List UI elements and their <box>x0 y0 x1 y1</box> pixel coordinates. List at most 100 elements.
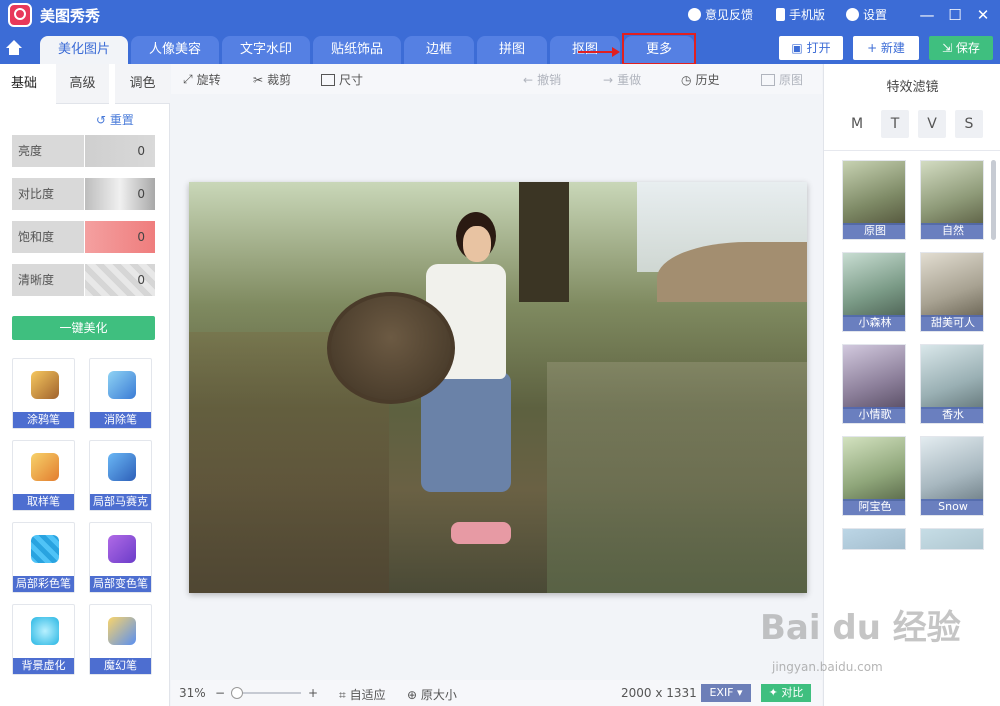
edited-photo[interactable] <box>189 182 807 593</box>
magic-wand-icon <box>108 617 136 645</box>
filter-little-forest[interactable]: 小森林 <box>842 252 906 332</box>
tab-color[interactable]: 调色 <box>115 64 170 104</box>
compare-label: 对比 <box>781 686 804 699</box>
slider-label: 亮度 <box>12 135 84 167</box>
eraser-tool[interactable]: 消除笔 <box>89 358 152 429</box>
exif-button[interactable]: EXIF ▾ <box>701 684 751 702</box>
filter-love-song[interactable]: 小情歌 <box>842 344 906 424</box>
filter-label: 小情歌 <box>843 407 905 423</box>
feedback-button[interactable]: 意见反馈 <box>688 6 753 23</box>
tab-advanced[interactable]: 高级 <box>56 64 109 104</box>
filter-abao[interactable]: 阿宝色 <box>842 436 906 516</box>
zoom-percent: 31% <box>179 686 206 700</box>
left-adjust-panel: 基础 高级 调色 ↺ 重置 亮度 0 对比度 0 饱和度 0 清晰度 0 一键美… <box>0 64 170 706</box>
mobile-label: 手机版 <box>789 8 826 22</box>
undo-arrow-icon: ← <box>523 72 534 87</box>
brightness-slider[interactable]: 亮度 0 <box>12 135 155 167</box>
reset-button[interactable]: ↺ 重置 <box>96 111 134 128</box>
watermark-url: jingyan.baidu.com <box>772 660 883 674</box>
paintbrush-tool[interactable]: 涂鸦笔 <box>12 358 75 429</box>
open-button[interactable]: ▣ 打开 <box>779 36 843 60</box>
saturation-slider[interactable]: 饱和度 0 <box>12 221 155 253</box>
filter-original[interactable]: 原图 <box>842 160 906 240</box>
tab-portrait[interactable]: 人像美容 <box>131 36 219 64</box>
mobile-version-button[interactable]: 手机版 <box>776 6 825 23</box>
history-button[interactable]: ◷ 历史 <box>681 71 720 88</box>
undo-label: 撤销 <box>537 73 562 87</box>
crop-label: 裁剪 <box>267 73 292 87</box>
recolor-pen-tool[interactable]: 局部变色笔 <box>89 522 152 593</box>
filter-snow[interactable]: Snow <box>920 436 984 516</box>
reset-label: 重置 <box>109 113 134 127</box>
redo-arrow-icon: → <box>603 72 614 87</box>
color-pen-icon <box>31 535 59 563</box>
paintbrush-icon <box>31 371 59 399</box>
minimize-button[interactable]: — <box>916 4 938 26</box>
fit-icon: ⌗ <box>339 688 350 702</box>
compare-button[interactable]: ✦ 对比 <box>761 684 811 702</box>
feedback-label: 意见反馈 <box>705 8 754 22</box>
image-icon <box>761 73 775 86</box>
filter-thumb-partial[interactable] <box>920 528 984 550</box>
resize-button[interactable]: 尺寸 <box>321 71 363 88</box>
settings-button[interactable]: 设置 <box>846 6 887 23</box>
tool-label: 局部变色笔 <box>90 576 151 592</box>
tab-beautify[interactable]: 美化图片 <box>40 36 128 64</box>
zoom-out-button[interactable]: − <box>215 686 225 700</box>
tab-collage[interactable]: 拼图 <box>477 36 547 64</box>
color-pen-tool[interactable]: 局部彩色笔 <box>12 522 75 593</box>
tab-stickers[interactable]: 贴纸饰品 <box>313 36 401 64</box>
blur-background-tool[interactable]: 背景虚化 <box>12 604 75 675</box>
filter-category-s[interactable]: S <box>955 110 983 138</box>
sharpness-slider[interactable]: 清晰度 0 <box>12 264 155 296</box>
filter-category-m[interactable]: M <box>843 110 871 138</box>
fit-button[interactable]: ⌗ 自适应 <box>339 686 386 703</box>
home-button[interactable] <box>3 38 27 62</box>
tab-cutout[interactable]: 抠图 <box>550 36 620 64</box>
slider-value: 0 <box>85 178 155 210</box>
scissors-icon: ✂ <box>253 72 264 87</box>
actual-size-button[interactable]: ⊕ 原大小 <box>407 686 457 703</box>
save-button[interactable]: ⇲ 保存 <box>929 36 993 60</box>
filter-label: Snow <box>921 499 983 515</box>
slider-value: 0 <box>85 264 155 296</box>
sparkle-icon: ✦ <box>768 686 782 699</box>
zoom-in-button[interactable]: + <box>308 686 318 700</box>
sample-brush-tool[interactable]: 取样笔 <box>12 440 75 511</box>
filter-natural[interactable]: 自然 <box>920 160 984 240</box>
crop-button[interactable]: ✂ 裁剪 <box>253 71 291 88</box>
image-canvas[interactable] <box>171 94 822 680</box>
mosaic-pen-tool[interactable]: 局部马赛克 <box>89 440 152 511</box>
zoom-slider-handle[interactable] <box>231 687 243 699</box>
auto-beautify-button[interactable]: 一键美化 <box>12 316 155 340</box>
filter-scrollbar[interactable] <box>991 160 996 240</box>
slider-value: 0 <box>85 221 155 253</box>
filter-thumb-partial[interactable] <box>842 528 906 550</box>
original-button[interactable]: 原图 <box>761 71 803 88</box>
filter-label: 香水 <box>921 407 983 423</box>
filter-sweet[interactable]: 甜美可人 <box>920 252 984 332</box>
annotation-arrow <box>578 47 620 57</box>
filter-category-v[interactable]: V <box>918 110 946 138</box>
redo-label: 重做 <box>617 73 642 87</box>
filter-perfume[interactable]: 香水 <box>920 344 984 424</box>
rotate-label: 旋转 <box>196 73 221 87</box>
tab-basic[interactable]: 基础 <box>0 64 48 104</box>
tab-text-watermark[interactable]: 文字水印 <box>222 36 310 64</box>
tab-frames[interactable]: 边框 <box>404 36 474 64</box>
main-tab-bar: 美化图片 人像美容 文字水印 贴纸饰品 边框 拼图 抠图 更多 <box>0 30 1000 64</box>
sample-brush-icon <box>31 453 59 481</box>
filter-category-t[interactable]: T <box>881 110 909 138</box>
filter-panel-title: 特效滤镜 <box>886 80 939 95</box>
open-label: 打开 <box>806 41 831 55</box>
rotate-button[interactable]: ⤢ 旋转 <box>183 71 221 88</box>
gear-icon <box>846 8 859 21</box>
undo-button[interactable]: ← 撤销 <box>523 71 561 88</box>
redo-button[interactable]: → 重做 <box>603 71 641 88</box>
maximize-button[interactable]: ☐ <box>944 4 966 26</box>
contrast-slider[interactable]: 对比度 0 <box>12 178 155 210</box>
close-button[interactable]: ✕ <box>972 4 994 26</box>
magic-wand-tool[interactable]: 魔幻笔 <box>89 604 152 675</box>
new-button[interactable]: + 新建 <box>853 36 919 60</box>
save-label: 保存 <box>955 41 980 55</box>
